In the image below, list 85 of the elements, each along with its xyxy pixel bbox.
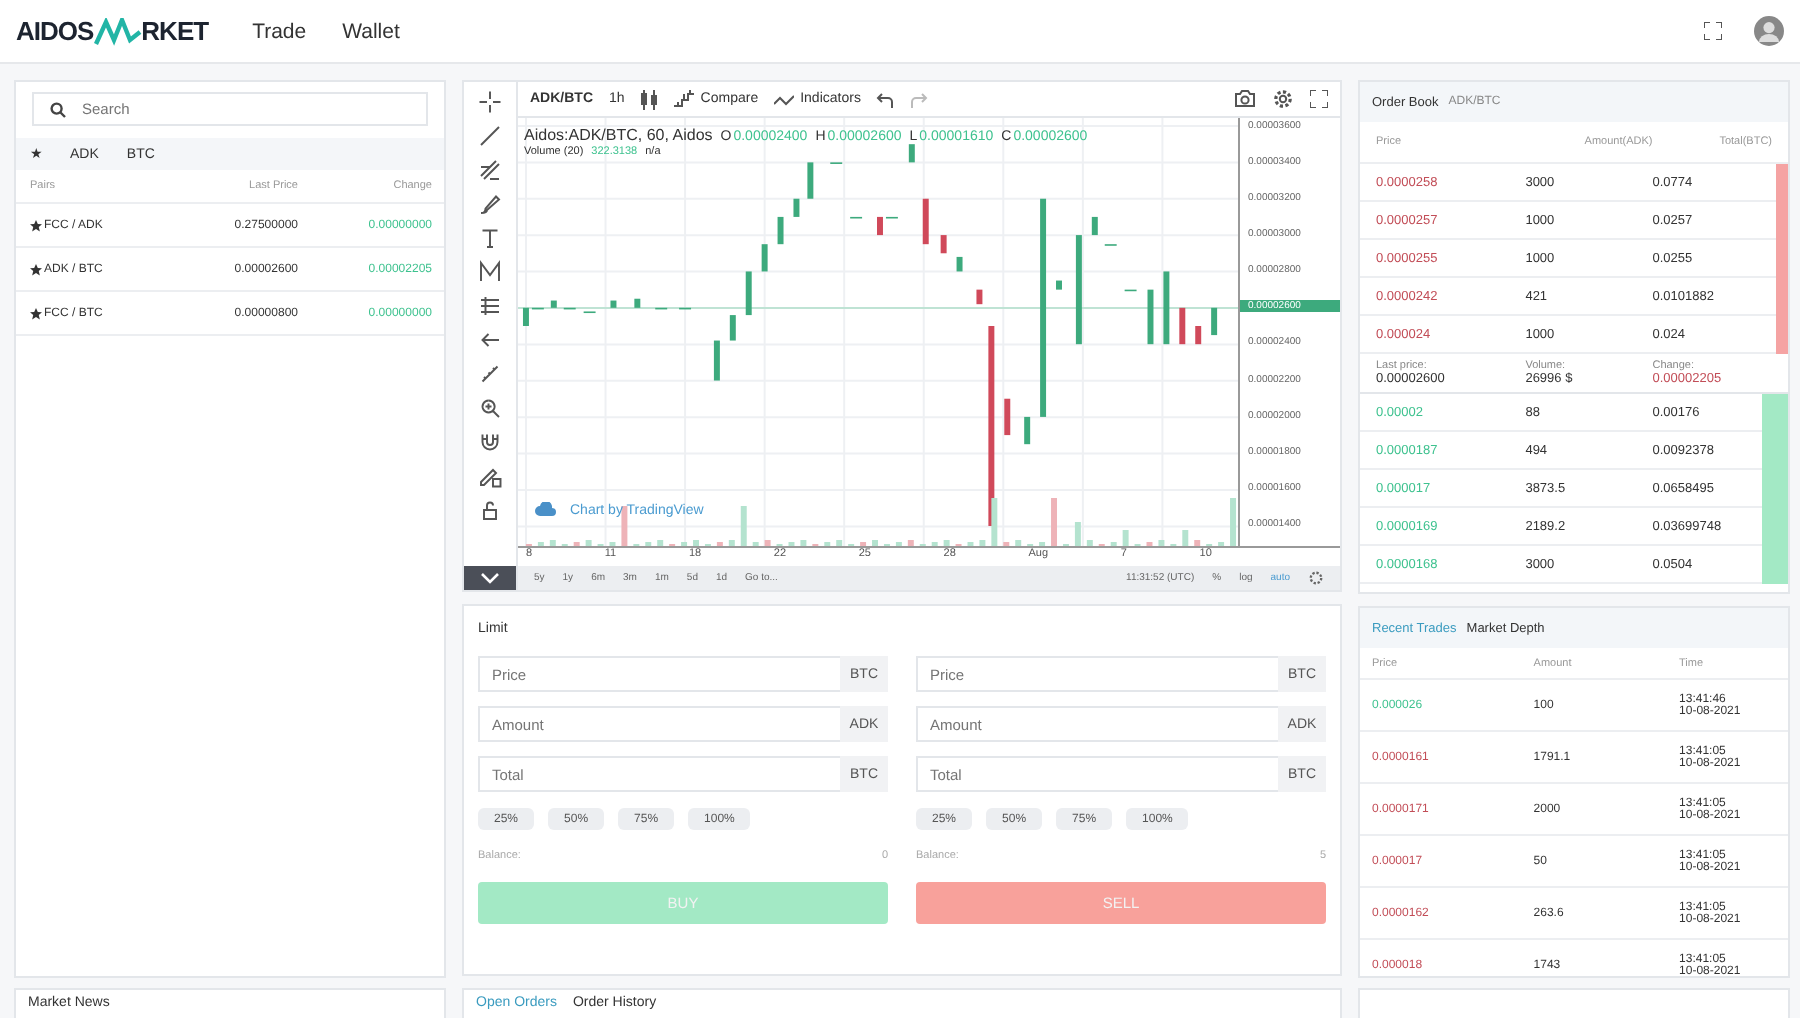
volume-bar [1015, 540, 1022, 546]
fullscreen-icon[interactable] [1704, 22, 1722, 40]
camera-icon[interactable] [1234, 90, 1256, 108]
volume-bar [943, 540, 950, 546]
candle [793, 198, 800, 217]
candle [956, 256, 963, 272]
candles-icon[interactable] [640, 89, 659, 109]
candle [1163, 271, 1170, 345]
volume-bar [800, 540, 807, 546]
fib-tool-icon[interactable] [478, 158, 502, 182]
candle [1004, 398, 1011, 436]
volume-bar [549, 540, 556, 546]
logo-text: RKET [141, 16, 209, 46]
star-icon[interactable] [30, 263, 42, 275]
settings-icon[interactable] [1272, 88, 1294, 110]
volume-bar [1074, 522, 1081, 546]
candle [1195, 326, 1202, 345]
volume-bar [585, 540, 592, 546]
wave-icon [774, 93, 795, 105]
volume-bar [728, 540, 735, 546]
candle [713, 340, 720, 381]
brush-icon[interactable] [478, 192, 502, 216]
candle [1211, 307, 1218, 336]
candle [1147, 289, 1154, 345]
volume-bar [764, 540, 771, 546]
volume-bar [1051, 498, 1057, 546]
volume-bar [1230, 498, 1236, 546]
undo-icon[interactable] [876, 91, 895, 107]
candle [1091, 216, 1098, 236]
lock-icon[interactable] [478, 498, 502, 522]
back-arrow-icon[interactable] [478, 328, 502, 352]
volume-bar [1158, 540, 1165, 546]
candle [1056, 280, 1062, 290]
candle [729, 315, 736, 341]
avatar-icon[interactable] [1754, 16, 1784, 46]
line-tool-icon[interactable] [478, 124, 502, 148]
candle [550, 300, 557, 308]
volume-bar [1086, 540, 1093, 546]
text-tool-icon[interactable] [478, 226, 502, 250]
candle [807, 162, 814, 199]
candle [922, 198, 929, 245]
nav-link[interactable]: Trade [252, 19, 307, 43]
candle [1024, 416, 1031, 445]
candle [976, 289, 983, 305]
chevron-down-icon [480, 572, 500, 584]
measure-icon[interactable] [478, 294, 502, 318]
volume-bar [907, 540, 914, 546]
candle [940, 235, 947, 254]
volume-bar [979, 540, 986, 546]
logo-text: AIDOS [16, 16, 94, 46]
cloud-icon [534, 502, 558, 518]
volume-bar [991, 498, 998, 546]
candle [634, 298, 641, 308]
star-icon[interactable] [30, 307, 42, 319]
volume-bar [1194, 540, 1201, 546]
hide-toolbar-button[interactable] [464, 566, 516, 590]
volume-bar [693, 540, 699, 546]
search-icon [50, 101, 66, 117]
settings-icon[interactable] [1308, 570, 1324, 586]
volume-bar [740, 506, 747, 546]
volume-bar [872, 540, 878, 546]
candle [761, 244, 768, 272]
candle [745, 271, 752, 316]
candle [1179, 307, 1186, 345]
volume-bar [1182, 530, 1189, 546]
ruler-icon[interactable] [478, 362, 502, 386]
crosshair-icon[interactable] [478, 90, 502, 114]
pattern-icon[interactable] [478, 260, 502, 284]
logo-wave-icon [93, 17, 142, 45]
volume-bar [657, 540, 664, 546]
fullscreen-icon[interactable] [1310, 90, 1328, 108]
candle [908, 144, 915, 163]
chart-title: Aidos:ADK/BTC, 60, Aidos [524, 126, 713, 144]
volume-bar [621, 506, 628, 546]
lock-pencil-icon[interactable] [478, 464, 502, 488]
magnet-icon[interactable] [478, 430, 502, 454]
compare-icon [674, 90, 695, 108]
zoom-icon[interactable] [478, 396, 502, 420]
volume-bar [836, 540, 843, 546]
candle [1075, 235, 1082, 345]
volume-bar [1122, 530, 1129, 546]
candle [610, 300, 617, 308]
nav-link[interactable]: Wallet [342, 19, 400, 43]
star-icon[interactable] [30, 219, 42, 231]
candle [777, 216, 784, 245]
